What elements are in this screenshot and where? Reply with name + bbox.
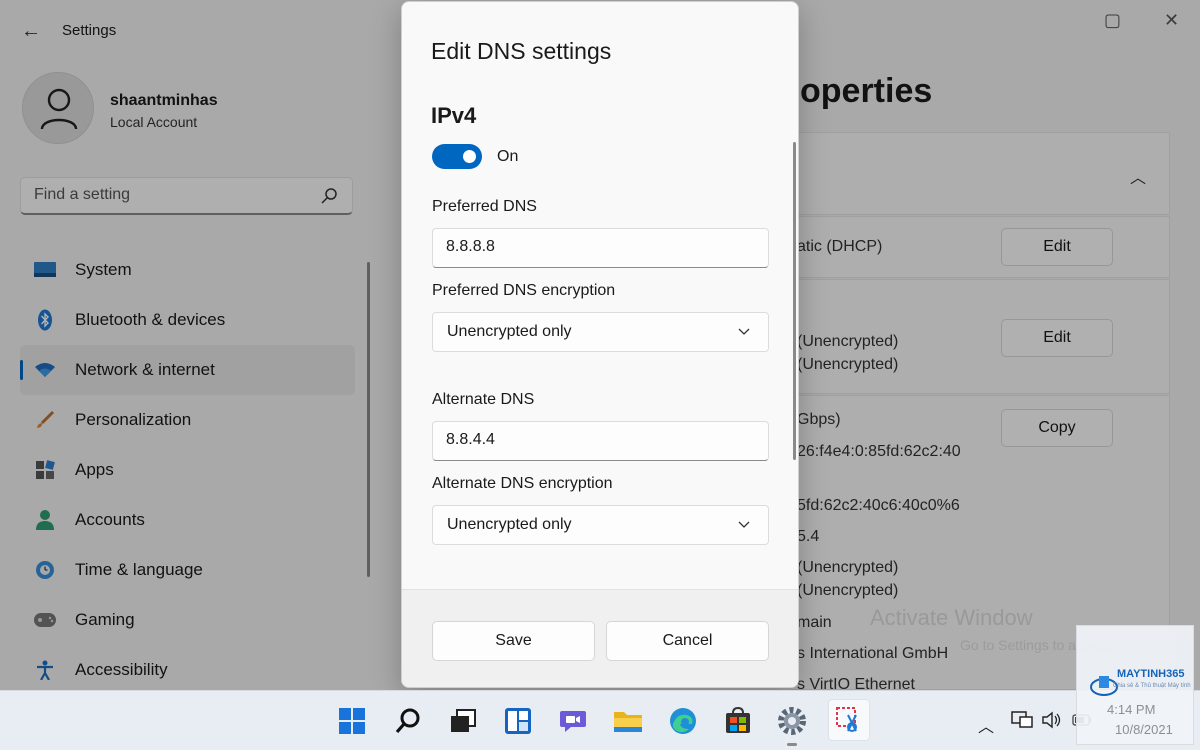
alternate-encryption-select[interactable]: Unencrypted only bbox=[432, 505, 769, 545]
preferred-encryption-label: Preferred DNS encryption bbox=[432, 282, 616, 299]
edge-icon[interactable] bbox=[665, 703, 701, 739]
brand-badge: MAYTINH365 Chia sẻ & Thủ thuật Máy tính … bbox=[1076, 625, 1194, 745]
brand-tagline: Chia sẻ & Thủ thuật Máy tính bbox=[1113, 683, 1191, 689]
start-icon[interactable] bbox=[334, 703, 370, 739]
alternate-dns-input[interactable] bbox=[433, 422, 753, 458]
chat-icon[interactable] bbox=[555, 703, 591, 739]
brand-name: MAYTINH365 bbox=[1117, 668, 1185, 680]
store-icon[interactable] bbox=[720, 703, 756, 739]
alternate-encryption-label: Alternate DNS encryption bbox=[432, 475, 613, 492]
alternate-dns-label: Alternate DNS bbox=[432, 391, 535, 408]
preferred-dns-input[interactable] bbox=[433, 229, 753, 265]
preferred-dns-field[interactable] bbox=[432, 228, 769, 268]
chevron-up-icon[interactable]: ︿ bbox=[978, 713, 994, 737]
snipping-tool-icon[interactable] bbox=[828, 699, 870, 741]
dialog-title: Edit DNS settings bbox=[431, 38, 612, 64]
clock-time[interactable]: 4:14 PM bbox=[1107, 702, 1155, 717]
preferred-encryption-select[interactable]: Unencrypted only bbox=[432, 312, 769, 352]
clock-date[interactable]: 10/8/2021 bbox=[1115, 722, 1173, 737]
edit-dns-dialog: Edit DNS settings IPv4 On Preferred DNS … bbox=[401, 1, 799, 688]
dialog-footer: Save Cancel bbox=[402, 589, 798, 687]
ipv4-toggle[interactable] bbox=[432, 144, 482, 169]
dialog-scrollbar[interactable] bbox=[793, 142, 796, 460]
preferred-dns-label: Preferred DNS bbox=[432, 198, 537, 215]
alternate-dns-field[interactable] bbox=[432, 421, 769, 461]
cancel-button[interactable]: Cancel bbox=[606, 621, 769, 661]
chevron-down-icon bbox=[738, 521, 750, 528]
running-indicator bbox=[787, 743, 797, 746]
taskbar: ︿ bbox=[0, 690, 1200, 750]
widgets-icon[interactable] bbox=[500, 703, 536, 739]
volume-icon[interactable] bbox=[1042, 711, 1062, 734]
network-icon[interactable] bbox=[1011, 709, 1033, 736]
file-explorer-icon[interactable] bbox=[610, 703, 646, 739]
search-icon[interactable] bbox=[390, 703, 426, 739]
ipv4-heading: IPv4 bbox=[431, 103, 477, 128]
save-button[interactable]: Save bbox=[432, 621, 595, 661]
toggle-knob bbox=[463, 150, 476, 163]
settings-gear-icon[interactable] bbox=[774, 703, 810, 739]
preferred-encryption-value: Unencrypted only bbox=[447, 323, 572, 340]
toggle-state-label: On bbox=[497, 148, 519, 165]
task-view-icon[interactable] bbox=[445, 703, 481, 739]
alternate-encryption-value: Unencrypted only bbox=[447, 516, 572, 533]
chevron-down-icon bbox=[738, 328, 750, 335]
